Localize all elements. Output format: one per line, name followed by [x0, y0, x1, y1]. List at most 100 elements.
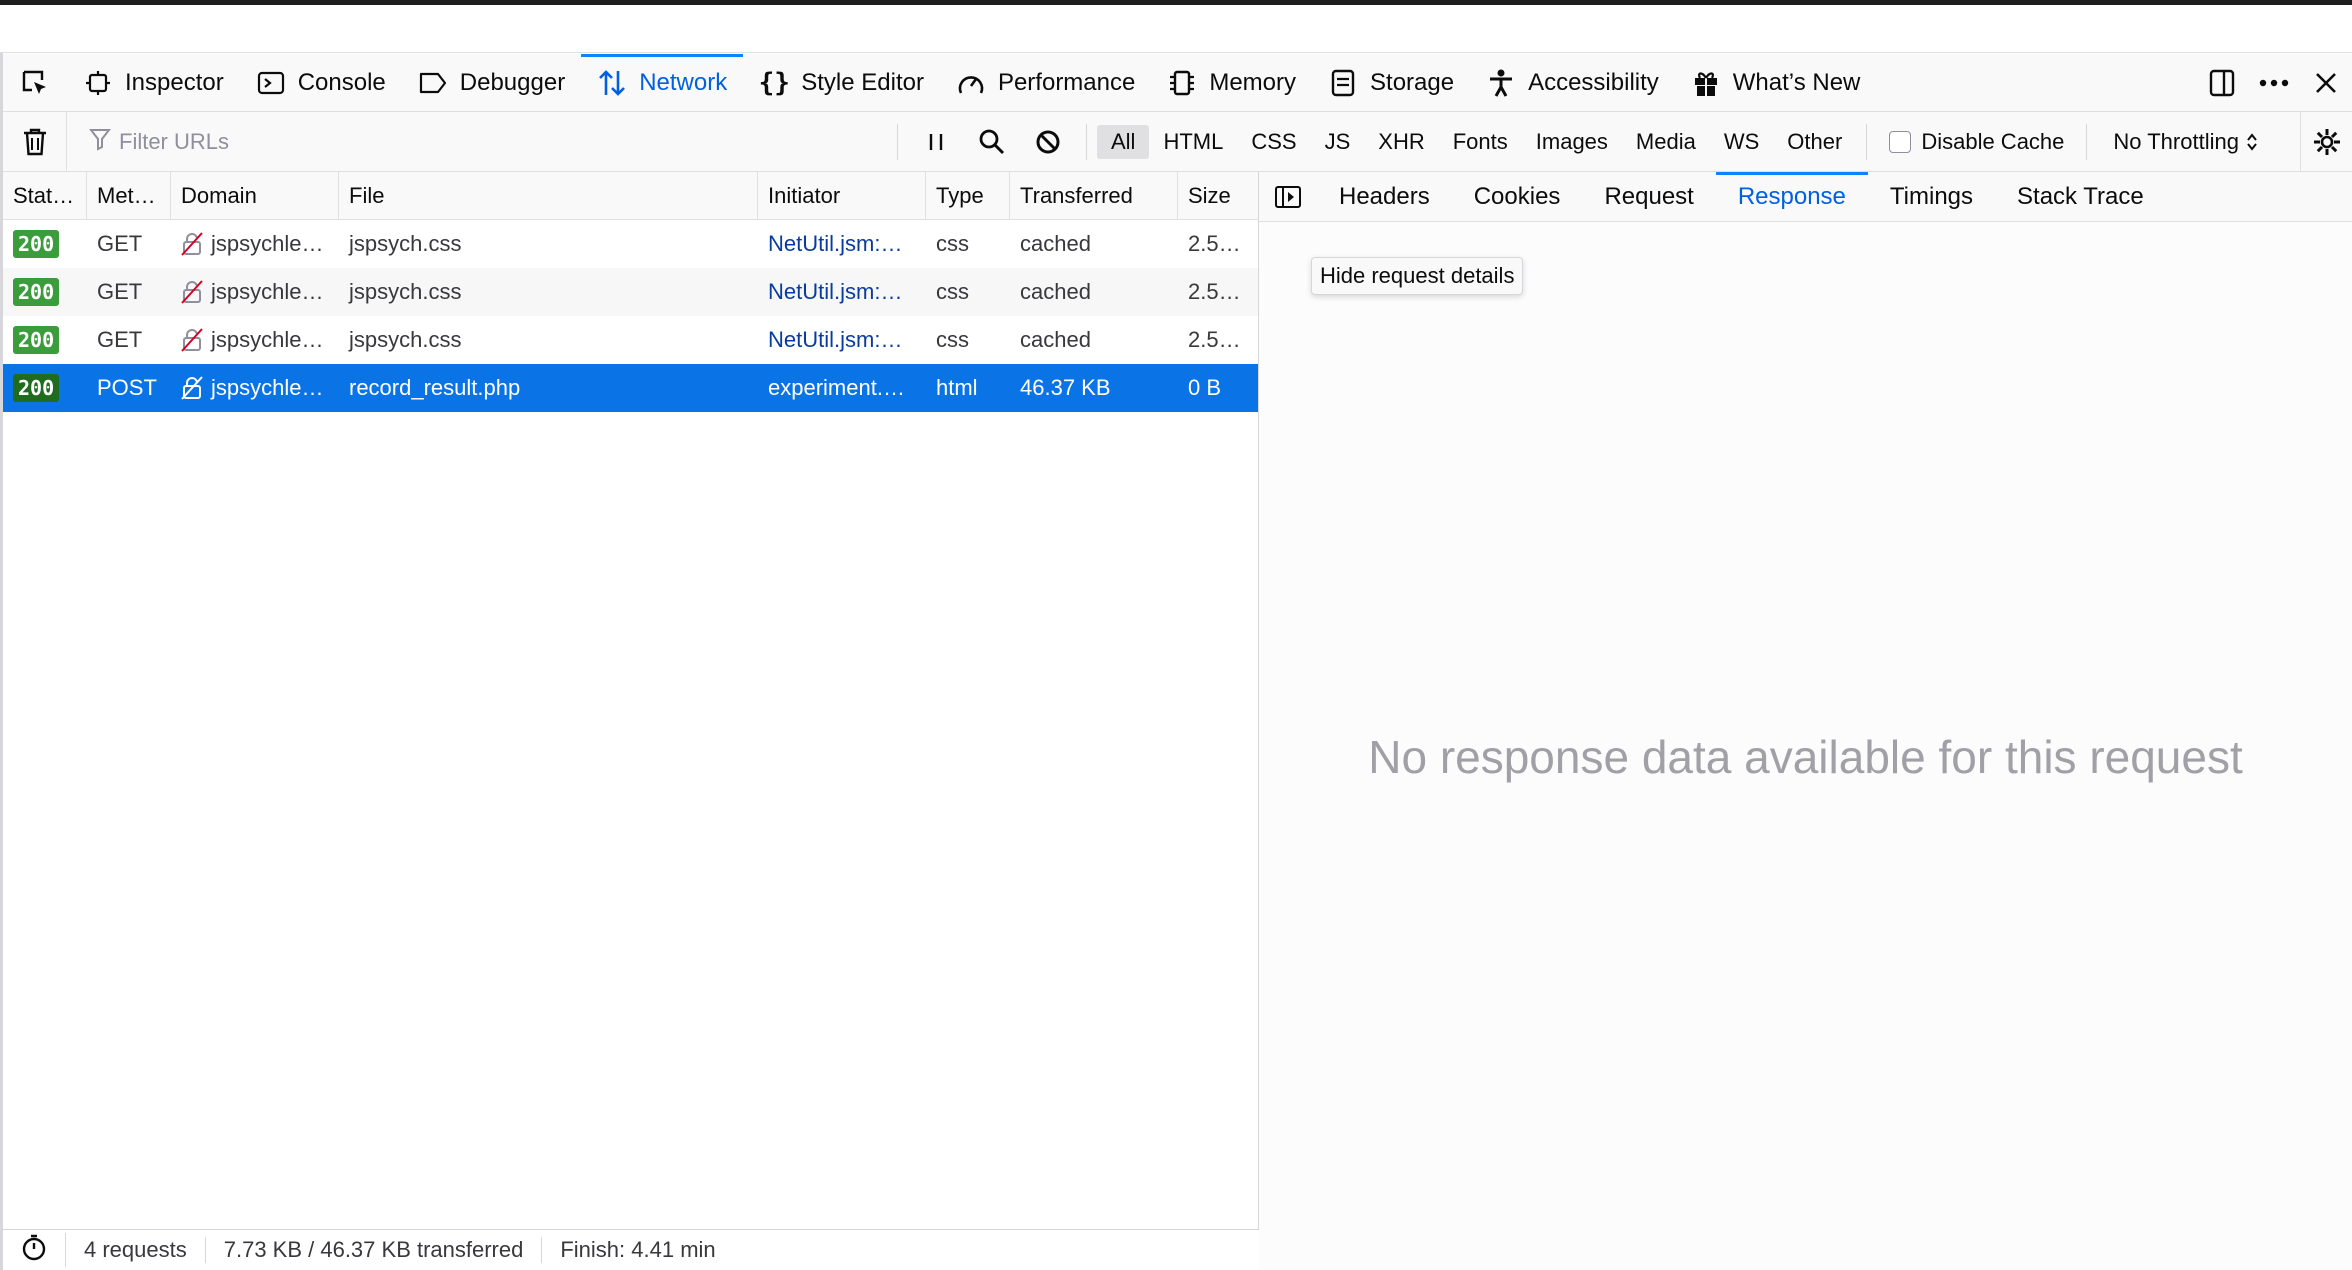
throttling-select[interactable]: No Throttling	[2097, 129, 2275, 155]
tab-debugger[interactable]: Debugger	[402, 54, 581, 112]
tab-timings[interactable]: Timings	[1868, 172, 1995, 222]
column-header-transferred[interactable]: Transferred	[1010, 172, 1178, 220]
status-cell: 200	[3, 316, 87, 364]
request-details-panel: Headers Cookies Request Response Timings…	[1259, 171, 2352, 1270]
toggle-request-details-button[interactable]	[1259, 172, 1317, 222]
filter-css-button[interactable]: CSS	[1237, 125, 1310, 159]
filter-images-button[interactable]: Images	[1522, 125, 1622, 159]
table-row-selected[interactable]: 200 POST jspsychle… record_result.php ex…	[3, 364, 1258, 412]
tab-accessibility[interactable]: Accessibility	[1470, 54, 1675, 112]
type-cell: html	[936, 375, 978, 400]
tab-storage[interactable]: Storage	[1312, 54, 1470, 112]
table-row[interactable]: 200 GET jspsychle… jspsych.css NetUtil.j…	[3, 268, 1258, 316]
tab-performance[interactable]: Performance	[940, 54, 1151, 112]
column-header-file[interactable]: File	[339, 172, 758, 220]
domain-cell: jspsychle…	[171, 364, 339, 412]
insecure-lock-icon	[181, 232, 203, 256]
network-settings-button[interactable]	[2300, 112, 2352, 172]
transferred-cell: cached	[1020, 327, 1091, 352]
tab-memory[interactable]: Memory	[1151, 54, 1312, 112]
file-cell: jspsych.css	[349, 279, 462, 304]
tab-cookies[interactable]: Cookies	[1452, 172, 1583, 222]
tab-inspector-label: Inspector	[125, 68, 224, 96]
tab-response[interactable]: Response	[1715, 171, 1868, 222]
dock-button[interactable]	[2196, 54, 2248, 112]
devtools-toolbox: Inspector Console Debugger Network {} St…	[3, 53, 2352, 112]
size-cell: 2.5…	[1188, 279, 1241, 304]
tab-stack-trace[interactable]: Stack Trace	[1995, 172, 2166, 222]
domain-text: jspsychle…	[211, 231, 324, 256]
request-count: 4 requests	[66, 1237, 206, 1263]
tab-network[interactable]: Network	[581, 53, 744, 112]
size-cell: 2.5…	[1188, 231, 1241, 256]
table-row[interactable]: 200 GET jspsychle… jspsych.css NetUtil.j…	[3, 316, 1258, 364]
column-header-type[interactable]: Type	[926, 172, 1010, 220]
tab-whats-new[interactable]: What’s New	[1675, 54, 1877, 112]
performance-icon	[956, 68, 986, 98]
filter-fonts-button[interactable]: Fonts	[1439, 125, 1522, 159]
tab-style-editor[interactable]: {} Style Editor	[743, 54, 940, 112]
filter-icon	[88, 127, 112, 157]
more-options-button[interactable]	[2248, 54, 2300, 112]
block-icon	[1036, 130, 1060, 153]
toolbar-separator	[1086, 123, 1087, 160]
toolbox-controls	[2196, 54, 2352, 112]
gift-icon	[1691, 68, 1721, 98]
close-devtools-button[interactable]	[2300, 54, 2352, 112]
domain-text: jspsychle…	[211, 279, 324, 304]
initiator-link[interactable]: NetUtil.jsm:…	[758, 316, 926, 364]
network-icon	[597, 68, 627, 98]
disable-cache-toggle[interactable]: Disable Cache	[1877, 129, 2076, 155]
element-picker-button[interactable]	[3, 54, 67, 112]
tab-accessibility-label: Accessibility	[1528, 68, 1659, 96]
request-list: Stat… Met… Domain File Initiator Type Tr…	[3, 172, 1259, 1270]
method-cell: GET	[97, 279, 143, 304]
storage-icon	[1328, 68, 1358, 98]
initiator-link[interactable]: NetUtil.jsm:…	[758, 220, 926, 268]
filter-html-button[interactable]: HTML	[1149, 125, 1237, 159]
network-status-bar: 4 requests 7.73 KB / 46.37 KB transferre…	[3, 1229, 1259, 1270]
filter-urls-input[interactable]: Filter URLs	[67, 112, 887, 172]
search-button[interactable]	[964, 112, 1020, 172]
pause-button[interactable]	[908, 112, 964, 172]
toolbar-separator	[2086, 123, 2088, 160]
status-badge: 200	[13, 374, 60, 402]
tab-headers[interactable]: Headers	[1317, 172, 1452, 222]
filter-ws-button[interactable]: WS	[1710, 125, 1773, 159]
tab-console[interactable]: Console	[240, 54, 402, 112]
column-header-size[interactable]: Size	[1178, 172, 1256, 220]
performance-analysis-button[interactable]	[3, 1233, 66, 1267]
status-cell: 200	[3, 220, 87, 268]
filter-js-button[interactable]: JS	[1311, 125, 1365, 159]
element-picker-icon	[22, 70, 46, 94]
filter-xhr-button[interactable]: XHR	[1364, 125, 1438, 159]
style-editor-icon: {}	[758, 67, 790, 98]
tab-request[interactable]: Request	[1582, 172, 1715, 222]
table-row[interactable]: 200 GET jspsychle… jspsych.css NetUtil.j…	[3, 220, 1258, 268]
filter-other-button[interactable]: Other	[1773, 125, 1856, 159]
column-header-initiator[interactable]: Initiator	[758, 172, 926, 220]
transferred-cell: cached	[1020, 231, 1091, 256]
toolbar-separator	[897, 123, 898, 160]
status-cell: 200	[3, 364, 87, 412]
disable-cache-checkbox[interactable]	[1889, 130, 1912, 153]
status-badge: 200	[13, 230, 60, 258]
column-header-domain[interactable]: Domain	[171, 172, 339, 220]
column-header-status[interactable]: Stat…	[3, 172, 87, 220]
filter-media-button[interactable]: Media	[1622, 125, 1710, 159]
initiator-link[interactable]: experiment.…	[758, 364, 926, 412]
file-cell: record_result.php	[349, 375, 521, 400]
disable-cache-label: Disable Cache	[1921, 128, 2065, 154]
block-requests-button[interactable]	[1020, 112, 1076, 172]
throttling-label: No Throttling	[2113, 128, 2239, 154]
tab-inspector[interactable]: Inspector	[67, 54, 240, 112]
column-header-method[interactable]: Met…	[87, 172, 171, 220]
clear-button[interactable]	[3, 111, 67, 172]
domain-text: jspsychle…	[211, 375, 324, 400]
initiator-link[interactable]: NetUtil.jsm:…	[758, 268, 926, 316]
tab-performance-label: Performance	[997, 68, 1136, 96]
file-cell: jspsych.css	[349, 327, 462, 352]
domain-cell: jspsychle…	[171, 268, 339, 316]
filter-all-button[interactable]: All	[1097, 124, 1150, 159]
method-cell: POST	[97, 375, 157, 400]
